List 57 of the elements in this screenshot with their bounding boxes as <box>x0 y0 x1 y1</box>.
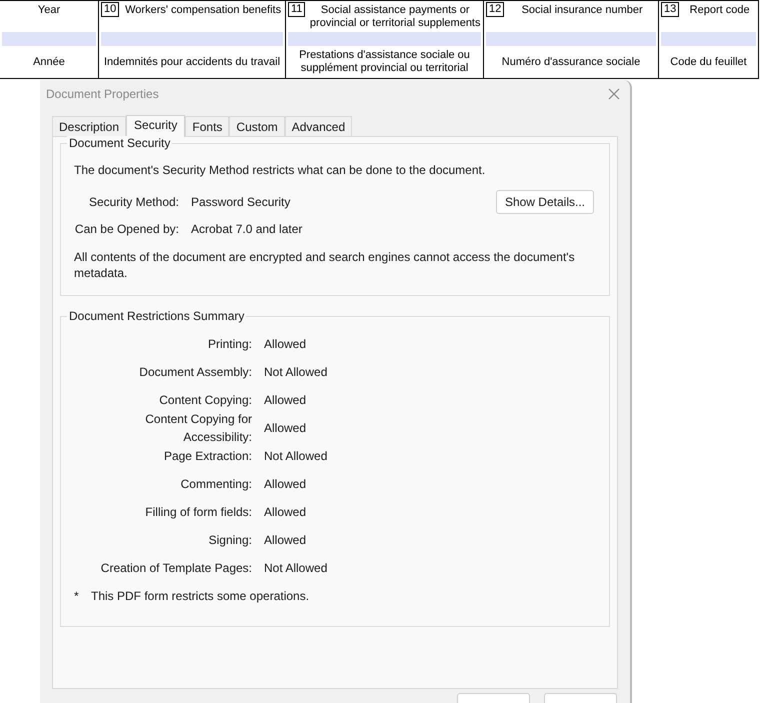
restriction-value: Not Allowed <box>264 364 328 381</box>
footnote-mark: * <box>74 588 80 605</box>
field-label: Security Method: <box>88 194 179 211</box>
restriction-label: Printing: <box>206 336 252 353</box>
input-field[interactable] <box>2 32 96 46</box>
field-value: Acrobat 7.0 and later <box>191 221 304 238</box>
field-label: Année <box>33 56 65 68</box>
restriction-label: Creation of Template Pages: <box>100 560 252 577</box>
field-label: Year <box>36 3 62 17</box>
field-value: Password Security <box>191 194 292 211</box>
restriction-label: Commenting: <box>180 476 252 493</box>
footnote-text: This PDF form restricts some operations. <box>91 588 310 605</box>
field-label: Indemnités pour accidents du travail <box>104 56 280 68</box>
restriction-label: Content Copying for Accessibility: <box>144 411 252 446</box>
restriction-value: Not Allowed <box>264 560 328 577</box>
tab[interactable]: Custom <box>229 116 285 136</box>
restriction-value: Allowed <box>264 420 306 437</box>
field-label: Can be Opened by: <box>74 221 179 238</box>
input-field[interactable] <box>101 32 283 46</box>
dialog-button[interactable] <box>457 693 530 703</box>
tab[interactable]: Security <box>126 115 186 137</box>
restriction-label: Page Extraction: <box>162 448 252 465</box>
show-details-button[interactable]: Show Details... <box>496 190 594 214</box>
group-title: Document Security <box>67 136 172 150</box>
restriction-value: Allowed <box>264 476 306 493</box>
restriction-label: Document Assembly: <box>138 364 252 381</box>
window-title: Document Properties <box>46 86 159 103</box>
field-number: 12 <box>486 2 504 17</box>
restriction-value: Allowed <box>264 392 306 409</box>
field-number: 13 <box>661 2 680 17</box>
input-field[interactable] <box>288 32 481 46</box>
field-label: Workers' compensation benefits <box>124 3 282 17</box>
input-field[interactable] <box>486 32 656 46</box>
field-label: Social assistance payments or provincial or territorial supplements <box>309 3 481 30</box>
field-number: 10 <box>101 2 120 17</box>
input-field[interactable] <box>661 32 756 46</box>
restriction-label: Filling of form fields: <box>144 504 252 521</box>
field-label: Social insurance number <box>520 3 644 17</box>
close-icon[interactable] <box>608 88 620 100</box>
note-text: All contents of the document are encrypted and search engines cannot access the document's metadata. <box>74 249 576 281</box>
field-label: Code du feuillet <box>670 56 747 68</box>
tab[interactable]: Fonts <box>185 116 230 136</box>
restriction-value: Not Allowed <box>264 448 328 465</box>
description-text: The document's Security Method restricts what can be done to the document. <box>74 162 486 178</box>
tab[interactable]: Description <box>52 116 126 136</box>
field-label: Report code <box>688 3 751 17</box>
field-number: 11 <box>288 2 306 17</box>
restriction-value: Allowed <box>264 504 306 521</box>
tab[interactable]: Advanced <box>284 116 352 136</box>
restriction-value: Allowed <box>264 336 306 353</box>
dialog-button[interactable] <box>544 693 617 703</box>
restriction-label: Content Copying: <box>158 392 252 409</box>
restriction-label: Signing: <box>208 532 252 549</box>
restriction-value: Allowed <box>264 532 306 549</box>
group-title: Document Restrictions Summary <box>67 309 246 323</box>
field-label: Prestations d'assistance sociale ou supplément provincial ou territorial <box>298 49 471 75</box>
field-label: Numéro d'assurance sociale <box>502 56 640 68</box>
